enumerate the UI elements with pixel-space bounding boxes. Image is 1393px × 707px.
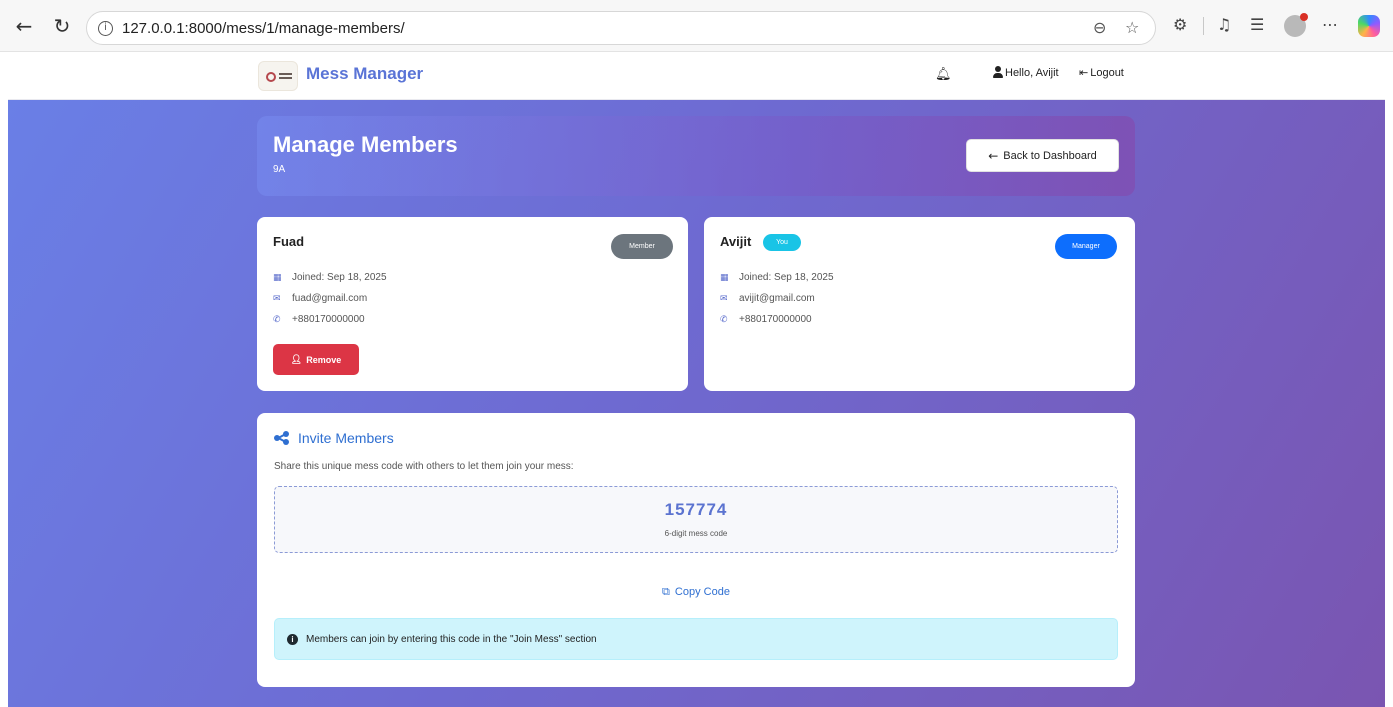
user-minus-icon: 👤︎ [290, 354, 303, 365]
back-arrow-icon[interactable]: ← [12, 14, 36, 38]
copilot-icon[interactable] [1358, 15, 1380, 37]
remove-member-button[interactable]: 👤︎ Remove [273, 344, 359, 375]
copy-code-label: Copy Code [674, 586, 730, 598]
back-to-dashboard-label: Back to Dashboard [1003, 149, 1097, 162]
phone-icon: ✆ [273, 314, 281, 325]
user-icon-head [995, 66, 1001, 72]
user-icon-body [993, 73, 1003, 78]
app-navbar: Mess Manager 🔔︎ Hello, Avijit ⇤ Logout [8, 52, 1385, 100]
reload-icon[interactable]: ↻ [50, 14, 74, 38]
copy-icon: ⧉ [662, 585, 670, 598]
joined-date: Joined: Sep 18, 2025 [739, 272, 834, 283]
member-name: Fuad [273, 234, 305, 249]
mess-code-box: 157774 6-digit mess code [274, 486, 1118, 553]
email-text: fuad@gmail.com [292, 293, 368, 304]
mess-code-label: 6-digit mess code [664, 529, 728, 538]
extensions-icon[interactable]: ⚙ [1173, 15, 1187, 35]
mess-name: 9A [273, 164, 286, 175]
info-alert-text: Members can join by entering this code i… [306, 633, 597, 645]
envelope-icon: ✉ [273, 293, 281, 304]
favorite-star-icon[interactable]: ☆ [1125, 18, 1139, 37]
calendar-icon: ▦ [273, 272, 282, 283]
you-badge: You [763, 234, 801, 251]
info-alert: i Members can join by entering this code… [274, 618, 1118, 660]
browser-toolbar: ← ↻ i 127.0.0.1:8000/mess/1/manage-membe… [0, 0, 1393, 52]
phone-icon: ✆ [720, 314, 728, 325]
page-title: Manage Members [273, 132, 458, 157]
joined-date: Joined: Sep 18, 2025 [292, 272, 387, 283]
toolbar-separator [1203, 17, 1204, 35]
member-email: ✉ fuad@gmail.com [273, 293, 367, 304]
zoom-icon[interactable]: ⊖ [1093, 18, 1106, 37]
email-text: avijit@gmail.com [739, 293, 815, 304]
invite-title: Invite Members [274, 430, 394, 446]
share-icon [274, 431, 289, 445]
phone-text: +880170000000 [292, 314, 365, 325]
invite-title-text: Invite Members [298, 430, 394, 446]
logout-link[interactable]: ⇤ Logout [1079, 66, 1124, 79]
brand-logo-icon[interactable] [258, 61, 298, 91]
page-header: Manage Members 9A ← Back to Dashboard [257, 116, 1135, 196]
user-greeting[interactable]: Hello, Avijit [1005, 67, 1059, 79]
invite-description: Share this unique mess code with others … [274, 461, 574, 472]
arrow-left-icon: ← [988, 148, 999, 163]
member-card: Avijit You Manager ▦ Joined: Sep 18, 202… [704, 217, 1135, 391]
site-info-icon[interactable]: i [98, 21, 113, 36]
envelope-icon: ✉ [720, 293, 728, 304]
logo-lines [279, 73, 292, 75]
phone-text: +880170000000 [739, 314, 812, 325]
member-phone: ✆ +880170000000 [720, 314, 812, 325]
invite-members-card: Invite Members Share this unique mess co… [257, 413, 1135, 687]
bell-icon[interactable]: 🔔︎ [935, 67, 952, 82]
favorites-list-icon[interactable]: ☰ [1250, 15, 1264, 35]
role-badge: Member [611, 234, 673, 259]
calendar-icon: ▦ [720, 272, 729, 283]
media-icon[interactable]: ♫ [1217, 15, 1231, 35]
back-to-dashboard-button[interactable]: ← Back to Dashboard [966, 139, 1119, 172]
logo-mark [266, 72, 276, 82]
address-url[interactable]: 127.0.0.1:8000/mess/1/manage-members/ [122, 20, 405, 37]
profile-avatar-icon[interactable] [1284, 13, 1308, 37]
logout-label: Logout [1090, 67, 1124, 79]
member-joined: ▦ Joined: Sep 18, 2025 [273, 272, 387, 283]
more-menu-icon[interactable]: ⋯ [1322, 15, 1338, 35]
member-card: Fuad Member ▦ Joined: Sep 18, 2025 ✉ fua… [257, 217, 688, 391]
role-badge: Manager [1055, 234, 1117, 259]
notification-dot [1300, 13, 1308, 21]
mess-code: 157774 [664, 500, 728, 519]
member-email: ✉ avijit@gmail.com [720, 293, 815, 304]
member-name: Avijit [720, 234, 752, 249]
info-circle-icon: i [287, 633, 298, 645]
brand-name[interactable]: Mess Manager [306, 64, 423, 84]
copy-code-button[interactable]: ⧉ Copy Code [637, 581, 755, 603]
remove-label: Remove [306, 354, 342, 365]
logout-icon: ⇤ [1079, 66, 1089, 79]
member-phone: ✆ +880170000000 [273, 314, 365, 325]
address-bar[interactable]: i 127.0.0.1:8000/mess/1/manage-members/ … [86, 11, 1156, 45]
member-joined: ▦ Joined: Sep 18, 2025 [720, 272, 834, 283]
user-icon [993, 66, 1003, 79]
